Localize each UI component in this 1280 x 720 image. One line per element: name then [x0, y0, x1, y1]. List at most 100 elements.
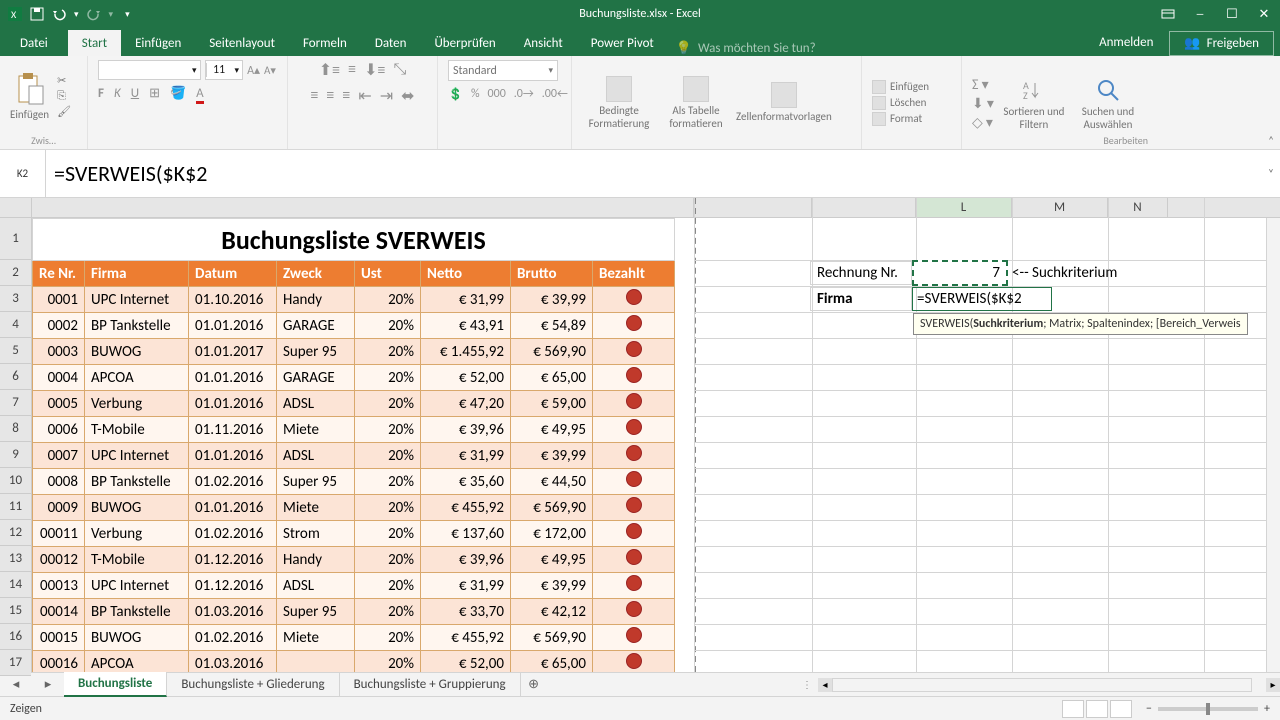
row-header[interactable]: 16 — [0, 624, 31, 650]
table-row[interactable]: 0003BUWOG01.01.2017Super 9520%€ 1.455,92… — [33, 339, 675, 365]
view-page-break-button[interactable] — [1110, 700, 1132, 718]
column-header[interactable] — [694, 198, 812, 218]
table-row[interactable]: 00012T-Mobile01.12.2016Handy20%€ 39,96€ … — [33, 547, 675, 573]
redo-dropdown-icon[interactable]: ▾ — [109, 9, 114, 20]
hscroll-left[interactable]: ◂ — [818, 678, 832, 692]
tab-insert[interactable]: Einfügen — [121, 30, 195, 56]
tab-review[interactable]: Überprüfen — [420, 30, 509, 56]
sign-in-link[interactable]: Anmelden — [1083, 29, 1169, 56]
comma-button[interactable]: 000 — [488, 87, 506, 102]
col-brutto[interactable]: Brutto — [511, 261, 593, 287]
font-size-combo[interactable]: 11▾ — [205, 60, 244, 80]
delete-cells-icon[interactable] — [872, 96, 886, 110]
italic-button[interactable]: K — [114, 86, 121, 101]
align-middle-icon[interactable]: ≡ — [348, 60, 356, 80]
minimize-button[interactable]: ─ — [1184, 0, 1216, 28]
align-left-icon[interactable]: ≡ — [310, 86, 318, 106]
table-row[interactable]: 0001UPC Internet01.10.2016Handy20%€ 31,9… — [33, 287, 675, 313]
row-header[interactable]: 12 — [0, 520, 31, 546]
border-button[interactable]: ⊞ — [149, 86, 160, 101]
align-right-icon[interactable]: ≡ — [342, 86, 350, 106]
col-renr[interactable]: Re Nr. — [33, 261, 85, 287]
table-row[interactable]: 00013UPC Internet01.12.2016ADSL20%€ 31,9… — [33, 573, 675, 599]
table-row[interactable]: 0006T-Mobile01.11.2016Miete20%€ 39,96€ 4… — [33, 417, 675, 443]
view-page-layout-button[interactable] — [1086, 700, 1108, 718]
tab-formulas[interactable]: Formeln — [289, 30, 361, 56]
name-box[interactable]: K2 — [0, 150, 46, 197]
row-header[interactable]: 6 — [0, 364, 31, 390]
rechnr-value-cell[interactable]: 7 — [912, 260, 1008, 286]
row-header[interactable]: 4 — [0, 312, 31, 338]
row-header[interactable]: 5 — [0, 338, 31, 364]
table-row[interactable]: 0007UPC Internet01.01.2016ADSL20%€ 31,99… — [33, 443, 675, 469]
currency-button[interactable]: 💲 — [448, 87, 463, 102]
font-color-button[interactable]: A — [196, 86, 204, 101]
row-header[interactable]: 9 — [0, 442, 31, 468]
formula-bar[interactable]: =SVERWEIS($K$2 — [46, 150, 1262, 197]
align-center-icon[interactable]: ≡ — [326, 86, 334, 106]
ribbon-display-icon[interactable] — [1152, 0, 1184, 28]
row-header[interactable]: 7 — [0, 390, 31, 416]
tab-powerpivot[interactable]: Power Pivot — [577, 30, 668, 56]
save-icon[interactable] — [30, 7, 44, 21]
copy-icon[interactable]: ⎘ — [57, 89, 71, 103]
view-normal-button[interactable] — [1062, 700, 1084, 718]
col-datum[interactable]: Datum — [189, 261, 277, 287]
qat-customize-icon[interactable]: ▾ — [125, 9, 130, 20]
row-header[interactable]: 8 — [0, 416, 31, 442]
hscroll-splitter[interactable]: ⋮ — [802, 678, 812, 691]
tab-data[interactable]: Daten — [361, 30, 421, 56]
hscroll-right[interactable]: ▸ — [1266, 678, 1280, 692]
table-row[interactable]: 00014BP Tankstelle01.03.2016Super 9520%€… — [33, 599, 675, 625]
indent-dec-icon[interactable]: ⇤ — [358, 86, 371, 106]
format-as-table-button[interactable]: Als Tabelle formatieren — [664, 76, 728, 130]
col-ust[interactable]: Ust — [355, 261, 421, 287]
row-header[interactable]: 11 — [0, 494, 31, 520]
decrease-font-icon[interactable]: A▾ — [264, 64, 276, 77]
insert-cells-icon[interactable] — [872, 80, 886, 94]
paste-button[interactable]: Einfügen — [10, 72, 49, 121]
table-row[interactable]: 0008BP Tankstelle01.02.2016Super 9520%€ … — [33, 469, 675, 495]
zoom-out-icon[interactable]: − — [1146, 702, 1152, 716]
increase-font-icon[interactable]: A▴ — [247, 63, 260, 78]
format-cells-icon[interactable] — [872, 112, 886, 126]
expand-formula-bar-icon[interactable]: ˅ — [1262, 150, 1280, 197]
row-header[interactable]: 15 — [0, 598, 31, 624]
undo-dropdown-icon[interactable]: ▾ — [74, 9, 79, 20]
conditional-format-button[interactable]: Bedingte Formatierung — [582, 76, 656, 130]
format-painter-icon[interactable]: 🖌 — [57, 105, 71, 118]
bold-button[interactable]: F — [98, 86, 104, 101]
new-sheet-button[interactable]: ⊕ — [521, 677, 547, 692]
column-header-L[interactable]: L — [916, 198, 1012, 218]
table-row[interactable]: 0004APCOA01.01.2016GARAGE20%€ 52,00€ 65,… — [33, 365, 675, 391]
indent-inc-icon[interactable]: ⇥ — [380, 86, 393, 106]
dec-dec-icon[interactable]: .00← — [542, 87, 568, 102]
row-header[interactable]: 10 — [0, 468, 31, 494]
zoom-controls[interactable]: − + — [1146, 702, 1270, 716]
row-header[interactable]: 14 — [0, 572, 31, 598]
sheet-nav-next[interactable]: ▸ — [32, 677, 64, 692]
undo-icon[interactable] — [52, 7, 66, 21]
maximize-button[interactable]: ☐ — [1216, 0, 1248, 28]
row-header[interactable]: 3 — [0, 286, 31, 312]
vertical-scrollbar[interactable] — [1266, 218, 1280, 672]
tab-start[interactable]: Start — [68, 30, 121, 56]
table-row[interactable]: 0002BP Tankstelle01.01.2016GARAGE20%€ 43… — [33, 313, 675, 339]
row-header[interactable]: 13 — [0, 546, 31, 572]
sheet-tab-1[interactable]: Buchungsliste — [64, 672, 167, 697]
column-header-M[interactable]: M — [1012, 198, 1108, 218]
col-bezahlt[interactable]: Bezahlt — [593, 261, 675, 287]
sort-filter-button[interactable]: AZ Sortieren und Filtern — [1002, 77, 1066, 131]
fill-color-button[interactable]: 🪣 — [170, 86, 186, 101]
column-header-range[interactable] — [32, 198, 694, 218]
sheet-tab-2[interactable]: Buchungsliste + Gliederung — [167, 673, 339, 696]
zoom-slider[interactable] — [1158, 707, 1258, 711]
tab-view[interactable]: Ansicht — [510, 30, 577, 56]
cut-icon[interactable]: ✂ — [57, 74, 71, 87]
col-zweck[interactable]: Zweck — [277, 261, 355, 287]
table-row[interactable]: 0009BUWOG01.01.2016Miete20%€ 455,92€ 569… — [33, 495, 675, 521]
tab-file[interactable]: Datei — [0, 30, 68, 56]
horizontal-scrollbar[interactable] — [832, 678, 1252, 692]
cell-styles-button[interactable]: Zellenformatvorlagen — [736, 82, 832, 123]
collapse-ribbon-icon[interactable]: ˄ — [1268, 134, 1274, 147]
